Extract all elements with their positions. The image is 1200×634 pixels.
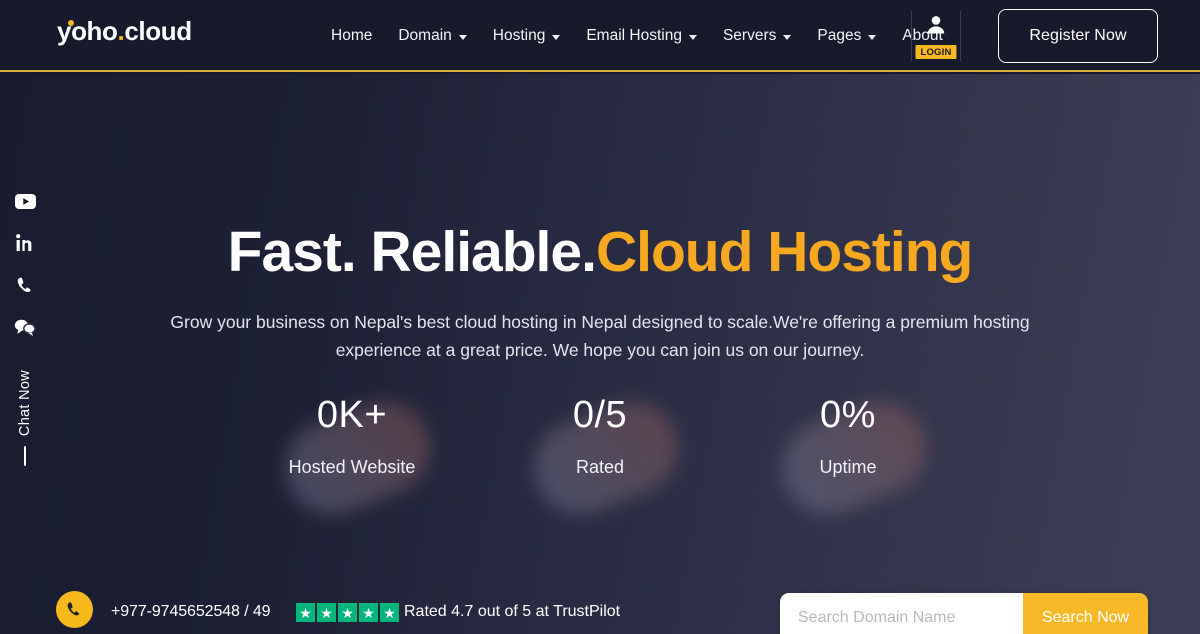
star-icon: ★ [338,603,357,622]
nav-item-email-hosting[interactable]: Email Hosting [573,0,710,72]
site-logo[interactable]: y oho. cloud [57,18,192,44]
logo-y: y [57,18,74,44]
star-glyph: ★ [362,604,375,621]
star-glyph: ★ [341,604,354,621]
contact-phone-number[interactable]: +977-9745652548 / 49 [111,603,271,621]
phone-call-button[interactable] [56,591,93,628]
hero-bottom-bar: +977-9745652548 / 49 ★ ★ ★ ★ ★ Rated 4.7… [0,568,1200,634]
phone-icon [67,602,80,616]
star-glyph: ★ [299,604,312,621]
stat-value: 0K+ [316,394,388,436]
nav-item-servers[interactable]: Servers [710,0,804,72]
search-input[interactable] [780,593,1023,634]
logo-middle: oho [71,16,118,46]
social-sidebar: Chat Now [0,74,50,634]
main-navigation: Home Domain Hosting Email Hosting Server… [318,0,956,72]
stat-label: Uptime [819,457,877,477]
stat-rated: 0/5 Rated [520,388,692,528]
page-root: y oho. cloud Home Domain Hosting Email Ho… [0,0,1200,634]
nav-label: Home [331,27,373,44]
nav-label: Hosting [492,27,546,44]
stat-hosted-website: 0K+ Hosted Website [272,388,444,528]
hero-headline: Fast. Reliable.Cloud Hosting [0,220,1200,284]
nav-label: Pages [817,27,862,44]
nav-item-domain[interactable]: Domain [385,0,479,72]
search-now-button[interactable]: Search Now [1023,593,1148,634]
chevron-down-icon [458,34,467,40]
logo-separator: . [117,16,125,46]
login-button[interactable]: LOGIN [911,11,961,61]
nav-item-pages[interactable]: Pages [804,0,889,72]
star-icon: ★ [380,603,399,622]
star-icon: ★ [359,603,378,622]
chat-bubbles-icon[interactable] [12,314,38,340]
headline-white-part: Fast. Reliable. [227,220,597,284]
login-badge: LOGIN [915,45,957,59]
headline-accent-part: Cloud Hosting [595,220,973,284]
chevron-down-icon [552,34,561,40]
youtube-icon[interactable] [12,188,38,214]
hero-subtitle: Grow your business on Nepal's best cloud… [170,312,1030,361]
stat-label: Hosted Website [288,457,416,477]
register-now-button[interactable]: Register Now [998,9,1158,63]
chevron-down-icon [688,34,697,40]
chat-now-divider [24,446,26,467]
nav-label: Servers [722,27,777,44]
chevron-down-icon [868,34,877,40]
trustpilot-stars: ★ ★ ★ ★ ★ [296,603,399,622]
nav-item-hosting[interactable]: Hosting [480,0,574,72]
chat-now-label[interactable]: Chat Now [17,370,33,436]
logo-dot-icon [68,20,74,26]
phone-icon[interactable] [12,272,38,298]
chevron-down-icon [783,34,792,40]
nav-item-home[interactable]: Home [318,0,385,72]
linkedin-icon[interactable] [12,230,38,256]
nav-label: Email Hosting [586,27,682,44]
site-header: y oho. cloud Home Domain Hosting Email Ho… [0,0,1200,72]
trustpilot-rating-text: Rated 4.7 out of 5 at TrustPilot [404,603,621,620]
star-icon: ★ [317,603,336,622]
stat-value: 0/5 [572,394,628,436]
stat-uptime: 0% Uptime [768,388,940,528]
domain-search-bar: Search Now [780,593,1148,634]
star-glyph: ★ [320,604,333,621]
hero-stats: 0K+ Hosted Website 0/5 Rated 0% Uptime [0,388,1200,528]
star-glyph: ★ [383,604,396,621]
stat-label: Rated [575,457,625,477]
user-account-icon [926,14,946,41]
nav-label: Domain [398,27,452,44]
stat-value: 0% [820,394,876,436]
hero-section: Chat Now Fast. Reliable.Cloud Hosting Gr… [0,74,1200,634]
star-icon: ★ [296,603,315,622]
logo-suffix: cloud [124,16,192,46]
